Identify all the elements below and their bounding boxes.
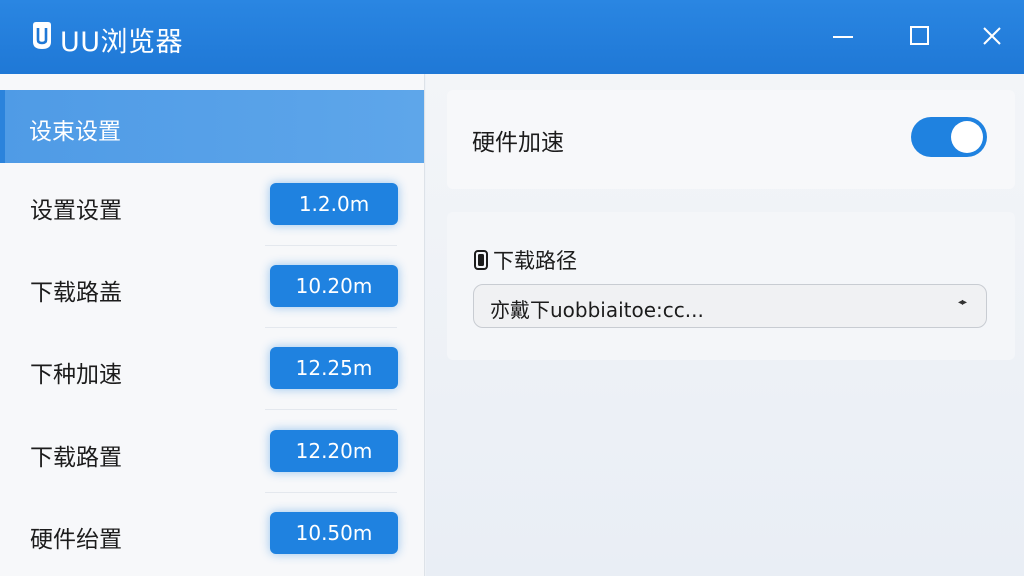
- download-path-value: 亦戴下uobbiaitoe:cc...: [490, 298, 704, 322]
- download-path-label: 下载路径: [493, 249, 577, 273]
- maximize-icon: [910, 26, 929, 45]
- minimize-icon: [833, 36, 853, 38]
- download-path-select[interactable]: 亦戴下uobbiaitoe:cc... ◂▸: [473, 284, 987, 328]
- title-bar: UU浏览器: [0, 0, 1024, 74]
- hardware-accel-card: 硬件加速: [447, 90, 1015, 189]
- close-button[interactable]: [969, 16, 1015, 56]
- sidebar-item[interactable]: 下载路置 12.20m: [0, 411, 424, 493]
- sidebar-item[interactable]: 下载路盖 10.20m: [0, 246, 424, 328]
- hardware-accel-label: 硬件加速: [472, 130, 564, 156]
- maximize-button[interactable]: [897, 16, 943, 56]
- value-badge[interactable]: 10.50m: [270, 512, 398, 554]
- hardware-accel-toggle[interactable]: [911, 117, 987, 157]
- sidebar-item-label: 设束设置: [29, 119, 121, 145]
- file-icon: [473, 249, 489, 271]
- app-title: UU浏览器: [60, 27, 184, 58]
- value-badge[interactable]: 1.2.0m: [270, 183, 398, 225]
- toggle-knob: [951, 121, 983, 153]
- sidebar-item[interactable]: 下种加速 12.25m: [0, 328, 424, 410]
- sidebar-item-label: 硬件绐置: [30, 527, 122, 553]
- close-icon: [983, 27, 1001, 45]
- select-arrows-icon: ◂▸: [957, 297, 967, 308]
- uu-logo-icon: [33, 22, 51, 49]
- minimize-button[interactable]: [820, 16, 866, 56]
- sidebar-item-label: 下载路置: [30, 445, 122, 471]
- download-path-card: 下载路径 亦戴下uobbiaitoe:cc... ◂▸: [447, 212, 1015, 360]
- divider: [265, 409, 397, 410]
- value-badge[interactable]: 12.20m: [270, 430, 398, 472]
- value-badge[interactable]: 10.20m: [270, 265, 398, 307]
- value-badge[interactable]: 12.25m: [270, 347, 398, 389]
- sidebar-item[interactable]: 设置设置 1.2.0m: [0, 164, 424, 246]
- sidebar-item-label: 下载路盖: [30, 280, 122, 306]
- sidebar-item-label: 下种加速: [30, 362, 122, 388]
- download-path-heading: 下载路径: [473, 245, 577, 275]
- sidebar-item-label: 设置设置: [30, 198, 122, 224]
- sidebar-item-active[interactable]: 设束设置: [0, 90, 424, 163]
- sidebar-item[interactable]: 硬件绐置 10.50m: [0, 493, 424, 575]
- sidebar: 设束设置 设置设置 1.2.0m 下载路盖 10.20m 下种加速 12.25m…: [0, 74, 425, 576]
